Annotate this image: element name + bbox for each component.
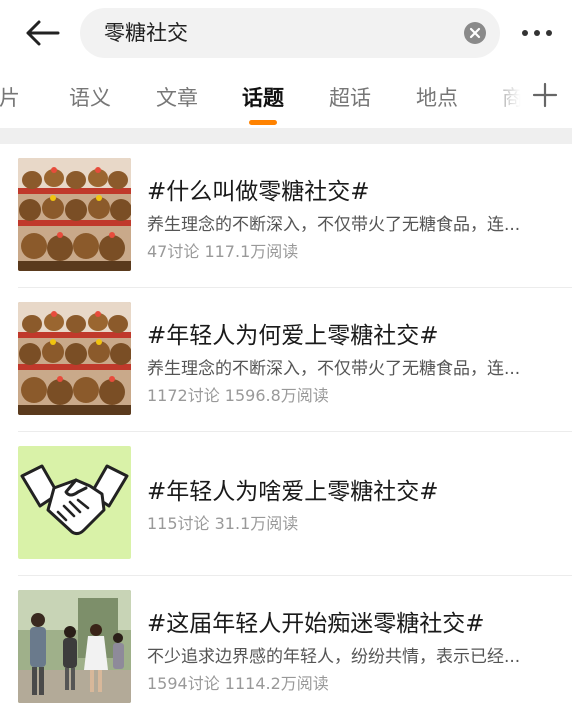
capybara-plush-display-image <box>18 302 131 415</box>
search-type-tabs: 图片 语义 文章 话题 超话 地点 商 <box>0 66 572 128</box>
add-tab-button[interactable] <box>530 80 560 110</box>
back-arrow-icon <box>26 20 60 46</box>
active-tab-indicator <box>249 120 277 125</box>
topic-description: 不少追求边界感的年轻人，纷纷共情，表示已经... <box>147 647 521 667</box>
topic-description: 养生理念的不断深入，不仅带火了无糖食品，连... <box>147 359 521 379</box>
topic-stats: 1172讨论 1596.8万阅读 <box>147 386 329 405</box>
topic-title: #这届年轻人开始痴迷零糖社交# <box>147 611 485 637</box>
handshake-icon <box>18 446 131 559</box>
dot <box>534 30 540 36</box>
more-options-button[interactable] <box>512 14 562 52</box>
dot <box>546 30 552 36</box>
tab-images[interactable]: 图片 <box>0 82 20 112</box>
section-divider <box>0 128 572 144</box>
tab-places[interactable]: 地点 <box>416 82 458 112</box>
tab-topics[interactable]: 话题 <box>242 82 284 112</box>
topic-item[interactable]: #年轻人为何爱上零糖社交# 养生理念的不断深入，不仅带火了无糖食品，连... 1… <box>0 288 572 432</box>
capybara-plush-display-image <box>18 158 131 271</box>
search-header: 零糖社交 <box>0 0 572 66</box>
topic-stats: 1594讨论 1114.2万阅读 <box>147 674 329 693</box>
search-query[interactable]: 零糖社交 <box>104 8 188 58</box>
plus-icon <box>532 82 558 108</box>
back-button[interactable] <box>20 14 64 52</box>
tab-super-topics[interactable]: 超话 <box>329 82 371 112</box>
close-icon <box>469 27 481 39</box>
topic-description: 养生理念的不断深入，不仅带火了无糖食品，连... <box>147 215 521 235</box>
search-input[interactable]: 零糖社交 <box>80 8 500 58</box>
topic-item[interactable]: #年轻人为啥爱上零糖社交# 115讨论 31.1万阅读 <box>0 432 572 576</box>
topic-item[interactable]: #这届年轻人开始痴迷零糖社交# 不少追求边界感的年轻人，纷纷共情，表示已经...… <box>0 576 572 720</box>
topic-item[interactable]: #什么叫做零糖社交# 养生理念的不断深入，不仅带火了无糖食品，连... 47讨论… <box>0 144 572 288</box>
topic-stats: 115讨论 31.1万阅读 <box>147 514 299 533</box>
topic-title: #年轻人为何爱上零糖社交# <box>147 323 439 349</box>
clear-search-button[interactable] <box>464 22 486 44</box>
tab-articles[interactable]: 文章 <box>156 82 198 112</box>
dot <box>522 30 528 36</box>
topic-title: #年轻人为啥爱上零糖社交# <box>147 479 439 505</box>
topic-stats: 47讨论 117.1万阅读 <box>147 242 299 261</box>
topic-title: #什么叫做零糖社交# <box>147 179 370 205</box>
tab-semantic[interactable]: 语义 <box>69 82 111 112</box>
people-photo-image <box>18 590 131 703</box>
